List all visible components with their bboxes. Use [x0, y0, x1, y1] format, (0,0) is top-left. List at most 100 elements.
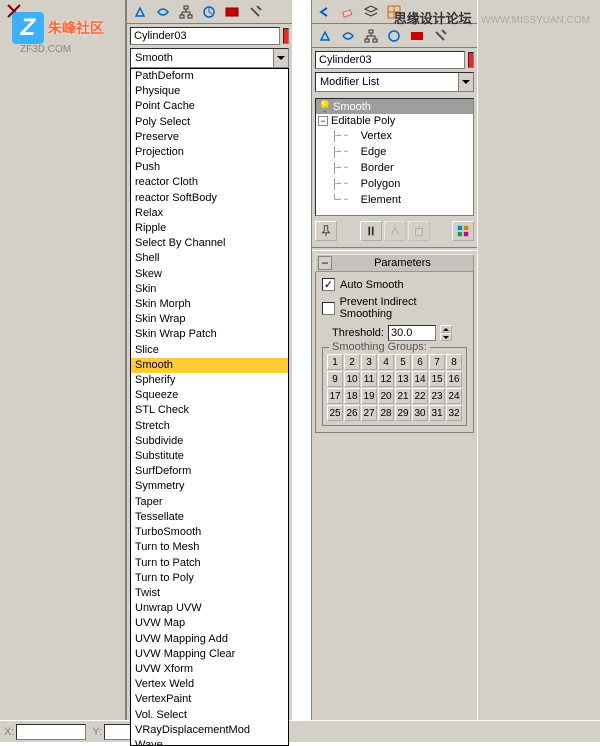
smoothing-group-button[interactable]: 31 — [429, 405, 445, 421]
stack-item-smooth[interactable]: 💡 Smooth — [316, 99, 473, 114]
auto-smooth-checkbox[interactable]: ✓ — [322, 278, 335, 291]
hierarchy-tab-icon[interactable] — [175, 2, 197, 22]
modifier-option[interactable]: Poly Select — [131, 115, 288, 130]
smoothing-group-button[interactable]: 30 — [412, 405, 428, 421]
prevent-indirect-checkbox[interactable] — [322, 302, 335, 315]
rollout-header[interactable]: − Parameters — [315, 254, 474, 272]
smoothing-group-button[interactable]: 10 — [344, 371, 360, 387]
modifier-option[interactable]: Turn to Mesh — [131, 540, 288, 555]
hierarchy-tab-icon[interactable] — [360, 26, 382, 46]
modify-tab-icon[interactable] — [337, 26, 359, 46]
modifier-option[interactable]: Slice — [131, 343, 288, 358]
modifier-option[interactable]: Taper — [131, 495, 288, 510]
pin-stack-button[interactable] — [315, 221, 337, 241]
stack-subobject[interactable]: ├╴╴ Edge — [316, 144, 473, 160]
make-unique-button[interactable] — [384, 221, 406, 241]
modifier-option[interactable]: VRayDisplacementMod — [131, 723, 288, 738]
modifier-option[interactable]: TurboSmooth — [131, 525, 288, 540]
modifier-option[interactable]: Unwrap UVW — [131, 601, 288, 616]
modifier-option[interactable]: Projection — [131, 145, 288, 160]
smoothing-group-button[interactable]: 2 — [344, 354, 360, 370]
smoothing-group-button[interactable]: 23 — [429, 388, 445, 404]
utilities-tab-icon[interactable] — [429, 26, 451, 46]
utilities-tab-icon[interactable] — [244, 2, 266, 22]
smoothing-group-button[interactable]: 3 — [361, 354, 377, 370]
modifier-option[interactable]: Relax — [131, 206, 288, 221]
smoothing-group-button[interactable]: 32 — [446, 405, 462, 421]
modifier-option[interactable]: Turn to Poly — [131, 571, 288, 586]
modifier-option[interactable]: Ripple — [131, 221, 288, 236]
create-tab-icon[interactable] — [314, 26, 336, 46]
object-name-input-right[interactable] — [315, 51, 465, 69]
dropdown-arrow-icon[interactable] — [273, 49, 288, 67]
object-color-swatch-left[interactable] — [283, 28, 289, 44]
modifier-option[interactable]: UVW Xform — [131, 662, 288, 677]
modifier-option[interactable]: Subdivide — [131, 434, 288, 449]
smoothing-group-button[interactable]: 27 — [361, 405, 377, 421]
smoothing-group-button[interactable]: 13 — [395, 371, 411, 387]
smoothing-group-button[interactable]: 19 — [361, 388, 377, 404]
modifier-option[interactable]: PathDeform — [131, 69, 288, 84]
modifier-option[interactable]: Skin — [131, 282, 288, 297]
modifier-option[interactable]: Skin Morph — [131, 297, 288, 312]
modifier-option[interactable]: Physique — [131, 84, 288, 99]
modifier-option[interactable]: Stretch — [131, 419, 288, 434]
modifier-option[interactable]: STL Check — [131, 403, 288, 418]
smoothing-group-button[interactable]: 22 — [412, 388, 428, 404]
bulb-icon[interactable]: 💡 — [318, 100, 330, 113]
threshold-input[interactable] — [388, 325, 436, 341]
eraser-icon[interactable] — [337, 2, 359, 22]
threshold-spin-down[interactable] — [440, 333, 452, 341]
dropdown-arrow-icon[interactable] — [458, 73, 473, 91]
modifier-list-dropdown-right[interactable]: Modifier List — [315, 72, 474, 92]
smoothing-group-button[interactable]: 24 — [446, 388, 462, 404]
coord-x-input[interactable] — [16, 724, 86, 740]
modifier-dropdown-list[interactable]: PathDeformPhysiquePoint CachePoly Select… — [130, 68, 289, 746]
layers-icon[interactable] — [360, 2, 382, 22]
modifier-option[interactable]: UVW Map — [131, 616, 288, 631]
smoothing-group-button[interactable]: 18 — [344, 388, 360, 404]
smoothing-group-button[interactable]: 15 — [429, 371, 445, 387]
modifier-option[interactable]: UVW Mapping Add — [131, 632, 288, 647]
display-tab-icon[interactable] — [221, 2, 243, 22]
modifier-option[interactable]: reactor Cloth — [131, 175, 288, 190]
undo-icon[interactable] — [314, 2, 336, 22]
motion-tab-icon[interactable] — [198, 2, 220, 22]
modifier-option[interactable]: Turn to Patch — [131, 556, 288, 571]
modifier-option[interactable]: Select By Channel — [131, 236, 288, 251]
modifier-option[interactable]: Skin Wrap — [131, 312, 288, 327]
modifier-option[interactable]: Tessellate — [131, 510, 288, 525]
modifier-option[interactable]: Substitute — [131, 449, 288, 464]
smoothing-group-button[interactable]: 28 — [378, 405, 394, 421]
motion-tab-icon[interactable] — [383, 26, 405, 46]
object-color-swatch-right[interactable] — [468, 52, 474, 68]
modifier-option[interactable]: Push — [131, 160, 288, 175]
modifier-option[interactable]: Shell — [131, 251, 288, 266]
modifier-option[interactable]: VertexPaint — [131, 692, 288, 707]
modifier-option[interactable]: reactor SoftBody — [131, 191, 288, 206]
modifier-option[interactable]: Point Cache — [131, 99, 288, 114]
smoothing-group-button[interactable]: 9 — [327, 371, 343, 387]
smoothing-group-button[interactable]: 29 — [395, 405, 411, 421]
stack-subobject[interactable]: ├╴╴ Polygon — [316, 176, 473, 192]
modifier-option[interactable]: Spherify — [131, 373, 288, 388]
smoothing-group-button[interactable]: 25 — [327, 405, 343, 421]
modifier-option[interactable]: Vertex Weld — [131, 677, 288, 692]
modifier-option[interactable]: UVW Mapping Clear — [131, 647, 288, 662]
modify-tab-icon[interactable] — [152, 2, 174, 22]
smoothing-group-button[interactable]: 5 — [395, 354, 411, 370]
stack-subobject[interactable]: ├╴╴ Border — [316, 160, 473, 176]
smoothing-group-button[interactable]: 21 — [395, 388, 411, 404]
smoothing-group-button[interactable]: 26 — [344, 405, 360, 421]
smoothing-group-button[interactable]: 6 — [412, 354, 428, 370]
object-name-input-left[interactable] — [130, 27, 280, 45]
modifier-option[interactable]: Twist — [131, 586, 288, 601]
remove-modifier-button[interactable] — [408, 221, 430, 241]
stack-item-editable-poly[interactable]: − Editable Poly — [316, 114, 473, 128]
modifier-option[interactable]: Smooth — [131, 358, 288, 373]
smoothing-group-button[interactable]: 12 — [378, 371, 394, 387]
threshold-spin-up[interactable] — [440, 325, 452, 333]
collapse-icon[interactable]: − — [318, 116, 328, 126]
modifier-stack[interactable]: 💡 Smooth − Editable Poly ├╴╴ Vertex ├╴╴ … — [315, 98, 474, 216]
configure-sets-button[interactable] — [452, 221, 474, 241]
